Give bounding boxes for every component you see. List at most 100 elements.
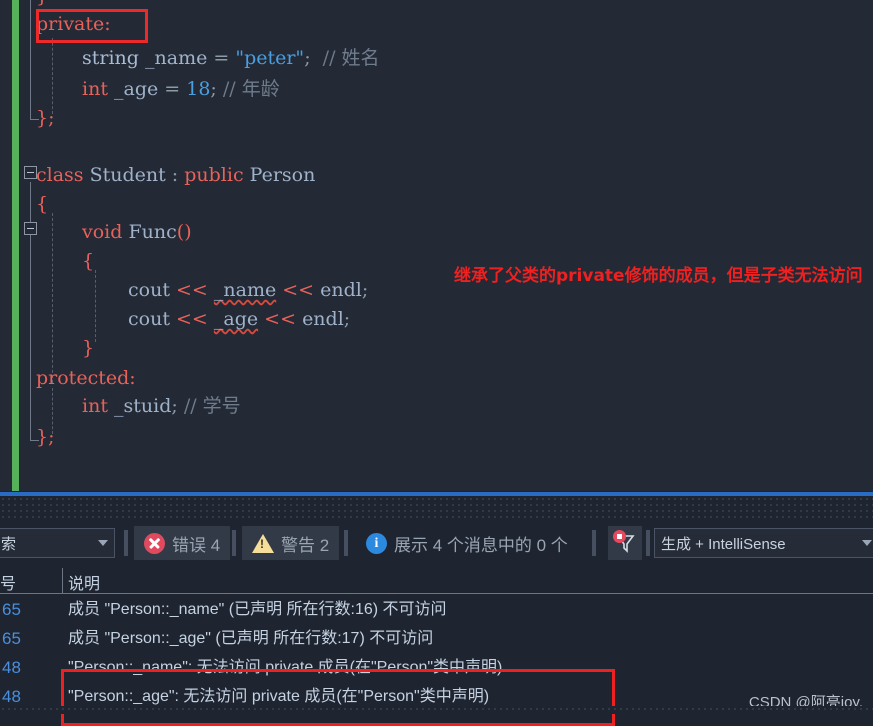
code-token: Student	[89, 164, 166, 186]
code-token: _age	[213, 308, 259, 330]
error-count-button[interactable]: 错误 4	[134, 526, 231, 560]
code-token: _name	[145, 47, 208, 69]
code-line[interactable]: {	[82, 247, 94, 275]
code-token: endl	[302, 308, 344, 330]
code-token: =	[158, 78, 187, 100]
column-header-description[interactable]: 说明	[68, 570, 100, 594]
toolbar-separator	[232, 530, 236, 556]
code-line[interactable]: void Func()	[82, 218, 192, 246]
code-token: };	[36, 426, 55, 448]
code-token: int	[82, 395, 108, 417]
code-token: _stuid	[114, 395, 172, 417]
cell-description: 成员 "Person::_name" (已声明 所在行数:16) 不可访问	[68, 601, 447, 618]
filter-icon[interactable]	[608, 526, 642, 560]
code-token: {	[36, 193, 49, 215]
column-divider[interactable]	[62, 568, 63, 594]
code-token: <<	[176, 279, 208, 301]
code-token: endl	[320, 279, 362, 301]
code-token: // 姓名	[310, 47, 380, 69]
code-token: cout	[128, 279, 170, 301]
code-line[interactable]: protected:	[36, 364, 136, 392]
brace-guide	[30, 182, 31, 382]
code-line[interactable]: class Student : public Person	[36, 161, 315, 189]
change-indicator-bar	[12, 0, 19, 491]
cell-line-number: 48	[2, 658, 21, 677]
cell-description: 成员 "Person::_age" (已声明 所在行数:17) 不可访问	[68, 630, 434, 647]
code-line[interactable]: }	[82, 334, 94, 362]
message-count-button[interactable]: 展示 4 个消息中的 0 个	[356, 526, 578, 560]
brace-guide	[30, 382, 31, 441]
column-header-line[interactable]: 号	[0, 570, 16, 594]
bottom-dotted-edge	[0, 706, 873, 714]
code-token: Person	[249, 164, 316, 186]
error-count-label: 错误 4	[172, 535, 221, 555]
build-source-dropdown[interactable]: 生成 + IntelliSense	[654, 528, 873, 558]
scope-dropdown[interactable]: 索	[0, 528, 115, 558]
info-icon	[366, 532, 387, 554]
code-token: }	[82, 337, 95, 359]
code-token: {	[82, 250, 95, 272]
toolbar-separator	[592, 530, 596, 556]
error-icon	[144, 532, 165, 554]
highlighted-rows-box	[61, 669, 615, 726]
fold-toggle-func[interactable]	[24, 222, 37, 235]
code-line[interactable]: cout << _age << endl;	[128, 305, 350, 333]
code-token: }	[36, 0, 48, 7]
annotation-text: 继承了父类的private修饰的成员，但是子类无法访问	[454, 266, 863, 286]
code-token: };	[36, 107, 55, 129]
code-token: // 年龄	[216, 78, 280, 100]
error-list-toolbar[interactable]: 索 错误 4 警告 2 展示 4 个消息中的 0 个 生成 + I	[0, 523, 873, 563]
scope-dropdown-value: 索	[1, 535, 17, 553]
code-token: ()	[176, 221, 192, 243]
table-header: 号 说明	[0, 568, 873, 594]
code-line[interactable]: int _age = 18; // 年龄	[82, 75, 280, 103]
indent-guide	[52, 38, 53, 114]
code-token: protected:	[36, 367, 136, 389]
chevron-down-icon	[862, 540, 872, 546]
code-token: Func	[128, 221, 177, 243]
warning-icon	[252, 533, 274, 553]
toolbar-separator	[344, 530, 348, 556]
indent-guide	[52, 213, 53, 383]
code-line[interactable]: cout << _name << endl;	[128, 276, 368, 304]
filter-badge	[613, 530, 626, 543]
warning-count-label: 警告 2	[281, 535, 330, 555]
code-token: string	[82, 47, 139, 69]
cell-line-number: 65	[2, 600, 21, 619]
brace-guide	[30, 0, 31, 120]
code-line[interactable]: };	[36, 104, 55, 132]
code-token: _name	[213, 279, 277, 301]
toolbar-separator	[124, 530, 128, 556]
cell-line-number: 65	[2, 629, 21, 648]
indent-guide	[95, 270, 96, 342]
code-line[interactable]: };	[36, 423, 55, 451]
table-row[interactable]: 65 成员 "Person::_name" (已声明 所在行数:16) 不可访问	[0, 596, 873, 624]
code-token: <<	[176, 308, 208, 330]
chevron-down-icon	[98, 540, 108, 546]
code-token: :	[165, 164, 185, 186]
code-editor[interactable]: }private:string _name = "peter"; // 姓名in…	[0, 0, 873, 491]
message-count-label: 展示 4 个消息中的 0 个	[394, 535, 568, 555]
private-keyword-highlight-box	[36, 9, 148, 43]
code-token: cout	[128, 308, 170, 330]
code-token: <<	[282, 279, 315, 301]
code-token: "peter"	[235, 47, 305, 69]
build-source-value: 生成 + IntelliSense	[661, 535, 786, 553]
warning-count-button[interactable]: 警告 2	[242, 526, 340, 560]
code-token: // 学号	[177, 395, 241, 417]
code-token: =	[207, 47, 236, 69]
code-line[interactable]: string _name = "peter"; // 姓名	[82, 44, 380, 72]
code-token: ;	[361, 279, 369, 301]
code-token: void	[82, 221, 123, 243]
code-line[interactable]: {	[36, 190, 48, 218]
code-token: class	[36, 164, 84, 186]
code-token: public	[184, 164, 244, 186]
toolbar-separator	[646, 530, 650, 556]
table-row[interactable]: 65 成员 "Person::_age" (已声明 所在行数:17) 不可访问	[0, 625, 873, 653]
code-line[interactable]: int _stuid; // 学号	[82, 392, 241, 420]
code-token: <<	[264, 308, 297, 330]
code-token: _age	[114, 78, 159, 100]
code-token: int	[82, 78, 108, 100]
dotted-separator	[0, 496, 873, 518]
error-list-panel[interactable]: 索 错误 4 警告 2 展示 4 个消息中的 0 个 生成 + I	[0, 518, 873, 726]
